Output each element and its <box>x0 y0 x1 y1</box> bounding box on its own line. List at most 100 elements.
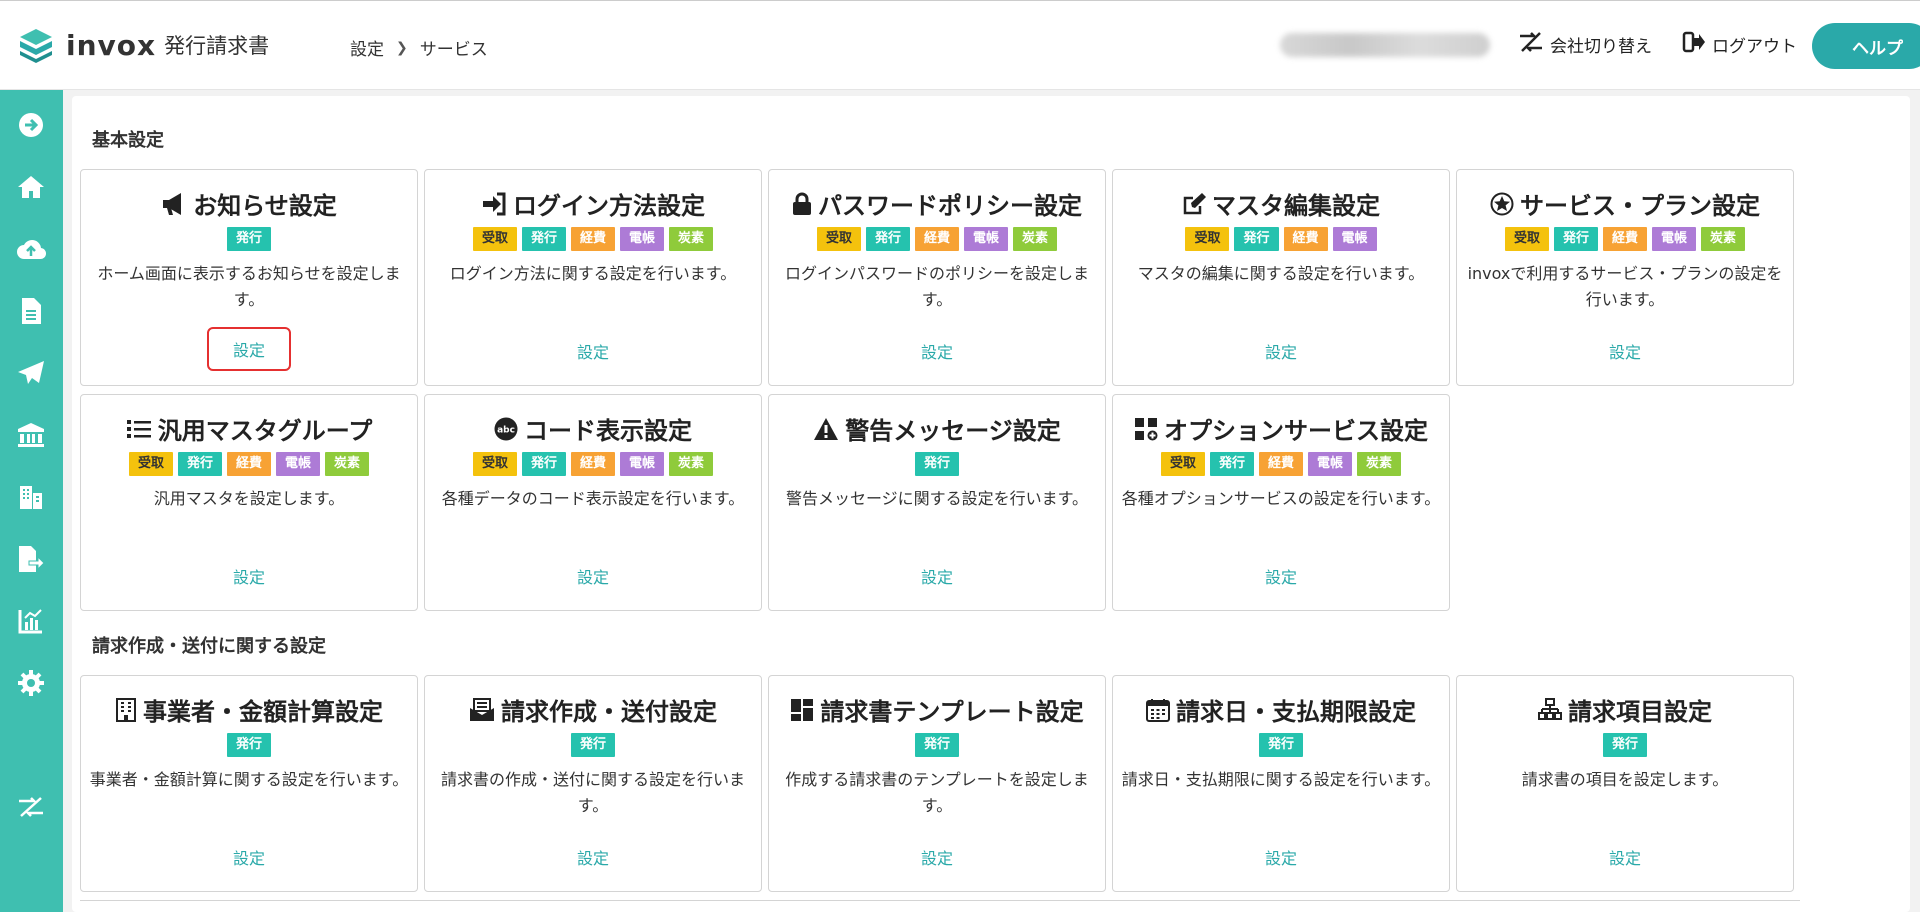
user-name-blurred <box>1280 33 1490 57</box>
switch-company-button[interactable]: 会社切り替え <box>1518 31 1652 58</box>
card-description: 作成する請求書のテンプレートを設定します。 <box>785 770 1089 815</box>
home-icon[interactable] <box>14 170 48 204</box>
card-title: お知らせ設定 <box>193 192 337 220</box>
card-description: ホーム画面に表示するお知らせを設定します。 <box>97 264 401 309</box>
settings-link[interactable]: 設定 <box>81 327 417 371</box>
section-title-invoice: 請求作成・送付に関する設定 <box>92 636 326 657</box>
card-description: 請求書の項目を設定します。 <box>1521 770 1729 789</box>
logo-subtitle: 発行請求書 <box>164 34 270 58</box>
settings-link[interactable]: 設定 <box>1113 837 1449 877</box>
help-button[interactable]: ヘルプ <box>1812 23 1920 69</box>
tag-receive: 受取 <box>1160 452 1205 476</box>
tag-list: 発行 <box>1113 733 1449 757</box>
settings-link[interactable]: 設定 <box>1113 556 1449 596</box>
tag-list: 受取 発行 経費 電帳 炭素 <box>769 227 1105 251</box>
tag-issue: 発行 <box>914 452 959 476</box>
tag-list: 受取 発行 経費 電帳 炭素 <box>1113 452 1449 476</box>
tag-expense: 経費 <box>1283 227 1328 251</box>
tag-carbon: 炭素 <box>1357 452 1402 476</box>
tag-issue: 発行 <box>570 733 615 757</box>
login-icon <box>481 192 507 216</box>
settings-link[interactable]: 設定 <box>425 556 761 596</box>
card-password-policy: パスワードポリシー設定 受取 発行 経費 電帳 炭素 ログインパスワードのポリシ… <box>768 169 1106 386</box>
bank-icon[interactable] <box>14 418 48 452</box>
tag-list: 受取 発行 経費 電帳 炭素 <box>425 227 761 251</box>
section-title-basic: 基本設定 <box>92 130 164 151</box>
tag-receive: 受取 <box>816 227 861 251</box>
tag-list: 受取 発行 経費 電帳 炭素 <box>81 452 417 476</box>
document-icon[interactable] <box>14 294 48 328</box>
settings-link[interactable]: 設定 <box>769 331 1105 371</box>
gear-icon[interactable] <box>14 666 48 700</box>
tag-issue: 発行 <box>865 227 910 251</box>
tag-issue: 発行 <box>1209 452 1254 476</box>
card-title: ログイン方法設定 <box>513 192 705 220</box>
logout-icon <box>1682 31 1712 58</box>
tag-issue: 発行 <box>1602 733 1647 757</box>
tag-carbon: 炭素 <box>1013 227 1058 251</box>
settings-link[interactable]: 設定 <box>425 331 761 371</box>
settings-link[interactable]: 設定 <box>81 556 417 596</box>
breadcrumb-item-settings[interactable]: 設定 <box>350 35 384 60</box>
tag-receive: 受取 <box>1185 227 1230 251</box>
tag-carbon: 炭素 <box>1701 227 1746 251</box>
switch-icon[interactable] <box>14 790 48 824</box>
svg-text:abc: abc <box>497 425 515 435</box>
edit-icon <box>1182 192 1206 216</box>
tag-receive: 受取 <box>472 227 517 251</box>
tag-issue: 発行 <box>1234 227 1279 251</box>
card-service-plan: サービス・プラン設定 受取 発行 経費 電帳 炭素 invoxで利用するサービス… <box>1456 169 1794 386</box>
card-code-display: abc コード表示設定 受取 発行 経費 電帳 炭素 各種データのコード表示設定… <box>424 394 762 611</box>
header-bar: invox 発行請求書 設定 ❯ サービス 会社切り替え ログアウト ヘルプ <box>0 0 1920 90</box>
chart-icon[interactable] <box>14 604 48 638</box>
send-icon[interactable] <box>14 356 48 390</box>
card-title: 請求作成・送付設定 <box>501 698 717 726</box>
tag-receive: 受取 <box>472 452 517 476</box>
switch-company-label: 会社切り替え <box>1550 37 1652 57</box>
warning-icon <box>813 417 839 441</box>
calendar-icon <box>1146 698 1170 722</box>
tag-list: 発行 <box>81 733 417 757</box>
breadcrumb-item-service: サービス <box>419 40 488 60</box>
tag-expense: 経費 <box>1602 227 1647 251</box>
card-description: 請求日・支払期限に関する設定を行います。 <box>1121 770 1441 789</box>
arrow-right-circle-icon[interactable] <box>14 108 48 142</box>
settings-link[interactable]: 設定 <box>1457 837 1793 877</box>
settings-link[interactable]: 設定 <box>425 837 761 877</box>
tag-expense: 経費 <box>570 227 615 251</box>
card-warning-message: 警告メッセージ設定 発行 警告メッセージに関する設定を行います。 設定 <box>768 394 1106 611</box>
tag-carbon: 炭素 <box>669 227 714 251</box>
help-label: ヘルプ <box>1852 38 1903 59</box>
card-invoice-create-send: 請求作成・送付設定 発行 請求書の作成・送付に関する設定を行います。 設定 <box>424 675 762 892</box>
building-icon <box>115 697 137 722</box>
tag-ledger: 電帳 <box>1308 452 1353 476</box>
card-option-service: オプションサービス設定 受取 発行 経費 電帳 炭素 各種オプションサービスの設… <box>1112 394 1450 611</box>
card-title: 請求書テンプレート設定 <box>820 698 1084 726</box>
tag-receive: 受取 <box>128 452 173 476</box>
tag-expense: 経費 <box>1258 452 1303 476</box>
card-title: 警告メッセージ設定 <box>845 417 1061 445</box>
list-icon <box>126 418 152 440</box>
tag-issue: 発行 <box>226 733 271 757</box>
building-icon[interactable] <box>14 480 48 514</box>
settings-link[interactable]: 設定 <box>1457 331 1793 371</box>
card-description: 事業者・金額計算に関する設定を行います。 <box>89 770 409 789</box>
main-content: 基本設定 お知らせ設定 発行 ホーム画面に表示するお知らせを設定します。 設定 … <box>72 96 1910 912</box>
logout-button[interactable]: ログアウト <box>1682 31 1797 58</box>
settings-link[interactable]: 設定 <box>769 556 1105 596</box>
tag-list: 発行 <box>769 452 1105 476</box>
card-title: マスタ編集設定 <box>1212 192 1380 220</box>
card-title: 事業者・金額計算設定 <box>143 698 383 726</box>
logo-mark-icon <box>18 27 54 63</box>
file-export-icon[interactable] <box>14 542 48 576</box>
app-logo[interactable]: invox 発行請求書 <box>18 27 269 63</box>
settings-link[interactable]: 設定 <box>81 837 417 877</box>
card-title: 請求日・支払期限設定 <box>1176 698 1416 726</box>
settings-link[interactable]: 設定 <box>769 837 1105 877</box>
settings-link[interactable]: 設定 <box>1113 331 1449 371</box>
cloud-upload-icon[interactable] <box>14 232 48 266</box>
tag-carbon: 炭素 <box>325 452 370 476</box>
switch-icon <box>1518 31 1550 58</box>
card-description: 請求書の作成・送付に関する設定を行います。 <box>440 770 745 815</box>
card-description: invoxで利用するサービス・プランの設定を行います。 <box>1467 264 1783 309</box>
